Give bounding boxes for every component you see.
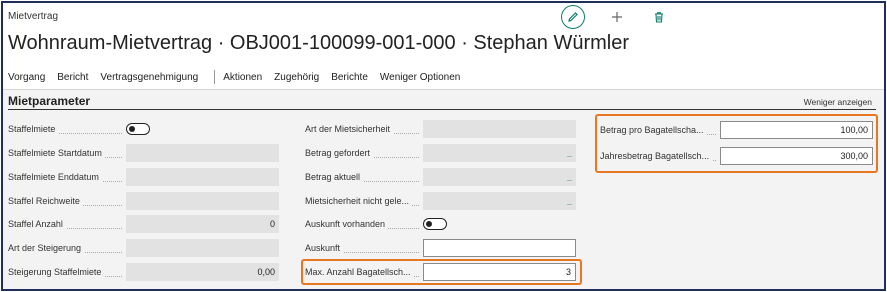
- section-title[interactable]: Mietparameter: [8, 94, 90, 108]
- app-frame: Mietvertrag Wohnraum-Mietvertrag · OBJ00…: [1, 1, 886, 291]
- field-row: Steigerung Staffelmiete 0,00: [8, 263, 279, 281]
- field-label: Max. Anzahl Bagatellsch...: [305, 267, 423, 277]
- field-label: Staffel Reichweite: [8, 196, 126, 206]
- field-label: Betrag pro Bagatellscha...: [600, 125, 720, 135]
- show-less-link[interactable]: Weniger anzeigen: [804, 97, 872, 107]
- field-label: Steigerung Staffelmiete: [8, 267, 126, 277]
- auskunft-vorhanden-toggle[interactable]: [423, 218, 447, 230]
- steigerung-staffelmiete-field: 0,00: [126, 263, 279, 281]
- action-bar: Vorgang Bericht Vertragsgenehmigung Akti…: [3, 66, 884, 88]
- field-label: Art der Mietsicherheit: [305, 124, 423, 134]
- staffel-reichweite-field: [126, 192, 279, 210]
- betrag-gefordert-field[interactable]: _: [423, 144, 576, 162]
- menu-aktionen[interactable]: Aktionen: [223, 72, 262, 83]
- field-row: Mietsicherheit nicht gele... _: [305, 192, 576, 210]
- trash-icon: [655, 12, 663, 23]
- field-label: Betrag aktuell: [305, 172, 423, 182]
- art-der-mietsicherheit-field: [423, 120, 576, 138]
- edit-button[interactable]: [561, 5, 585, 29]
- field-row: Staffelmiete Enddatum: [8, 168, 279, 186]
- field-row: Staffel Reichweite: [8, 192, 279, 210]
- delete-button[interactable]: [649, 7, 669, 27]
- highlight-box: [595, 114, 878, 173]
- field-label: Auskunft: [305, 243, 423, 253]
- menu-weniger-optionen[interactable]: Weniger Optionen: [380, 72, 460, 83]
- mietsicherheit-nicht-geleistet-field[interactable]: _: [423, 192, 576, 210]
- field-row: Art der Mietsicherheit: [305, 120, 576, 138]
- staffelmiete-enddatum-field: [126, 168, 279, 186]
- page-title: Wohnraum-Mietvertrag · OBJ001-100099-001…: [8, 32, 630, 54]
- field-row: Staffelmiete Startdatum: [8, 144, 279, 162]
- field-label: Betrag gefordert: [305, 148, 423, 158]
- menu-vertragsgenehmigung[interactable]: Vertragsgenehmigung: [100, 72, 198, 83]
- betrag-aktuell-field[interactable]: _: [423, 168, 576, 186]
- menu-berichte[interactable]: Berichte: [331, 72, 368, 83]
- field-label: Auskunft vorhanden: [305, 219, 423, 229]
- field-row: Auskunft vorhanden: [305, 215, 447, 233]
- field-label: Mietsicherheit nicht gele...: [305, 196, 423, 206]
- pencil-icon: [568, 12, 578, 22]
- staffel-anzahl-field: 0: [126, 215, 279, 233]
- menu-vorgang[interactable]: Vorgang: [8, 72, 45, 83]
- field-row: Staffel Anzahl 0: [8, 215, 279, 233]
- art-der-steigerung-field: [126, 239, 279, 257]
- field-row: Betrag gefordert _: [305, 144, 576, 162]
- field-row: Betrag aktuell _: [305, 168, 576, 186]
- field-label: Staffel Anzahl: [8, 219, 126, 229]
- action-icons: [561, 5, 669, 29]
- menu-separator: [214, 70, 216, 84]
- staffelmiete-startdatum-field: [126, 144, 279, 162]
- field-label: Staffelmiete: [8, 124, 126, 134]
- field-label: Jahresbetrag Bagatellsch...: [600, 151, 720, 161]
- breadcrumb: Mietvertrag: [8, 11, 59, 22]
- menu-zugehoerig[interactable]: Zugehörig: [274, 72, 319, 83]
- field-row: Staffelmiete: [8, 120, 150, 138]
- field-label: Staffelmiete Startdatum: [8, 148, 126, 158]
- auskunft-input[interactable]: [423, 239, 576, 257]
- field-row: Auskunft: [305, 239, 576, 257]
- menu-bericht[interactable]: Bericht: [57, 72, 88, 83]
- plus-icon: [612, 12, 622, 22]
- staffelmiete-toggle[interactable]: [126, 123, 150, 135]
- field-label: Art der Steigerung: [8, 243, 126, 253]
- field-label: Staffelmiete Enddatum: [8, 172, 126, 182]
- new-button[interactable]: [607, 7, 627, 27]
- field-row: Art der Steigerung: [8, 239, 279, 257]
- section-divider: [8, 109, 876, 110]
